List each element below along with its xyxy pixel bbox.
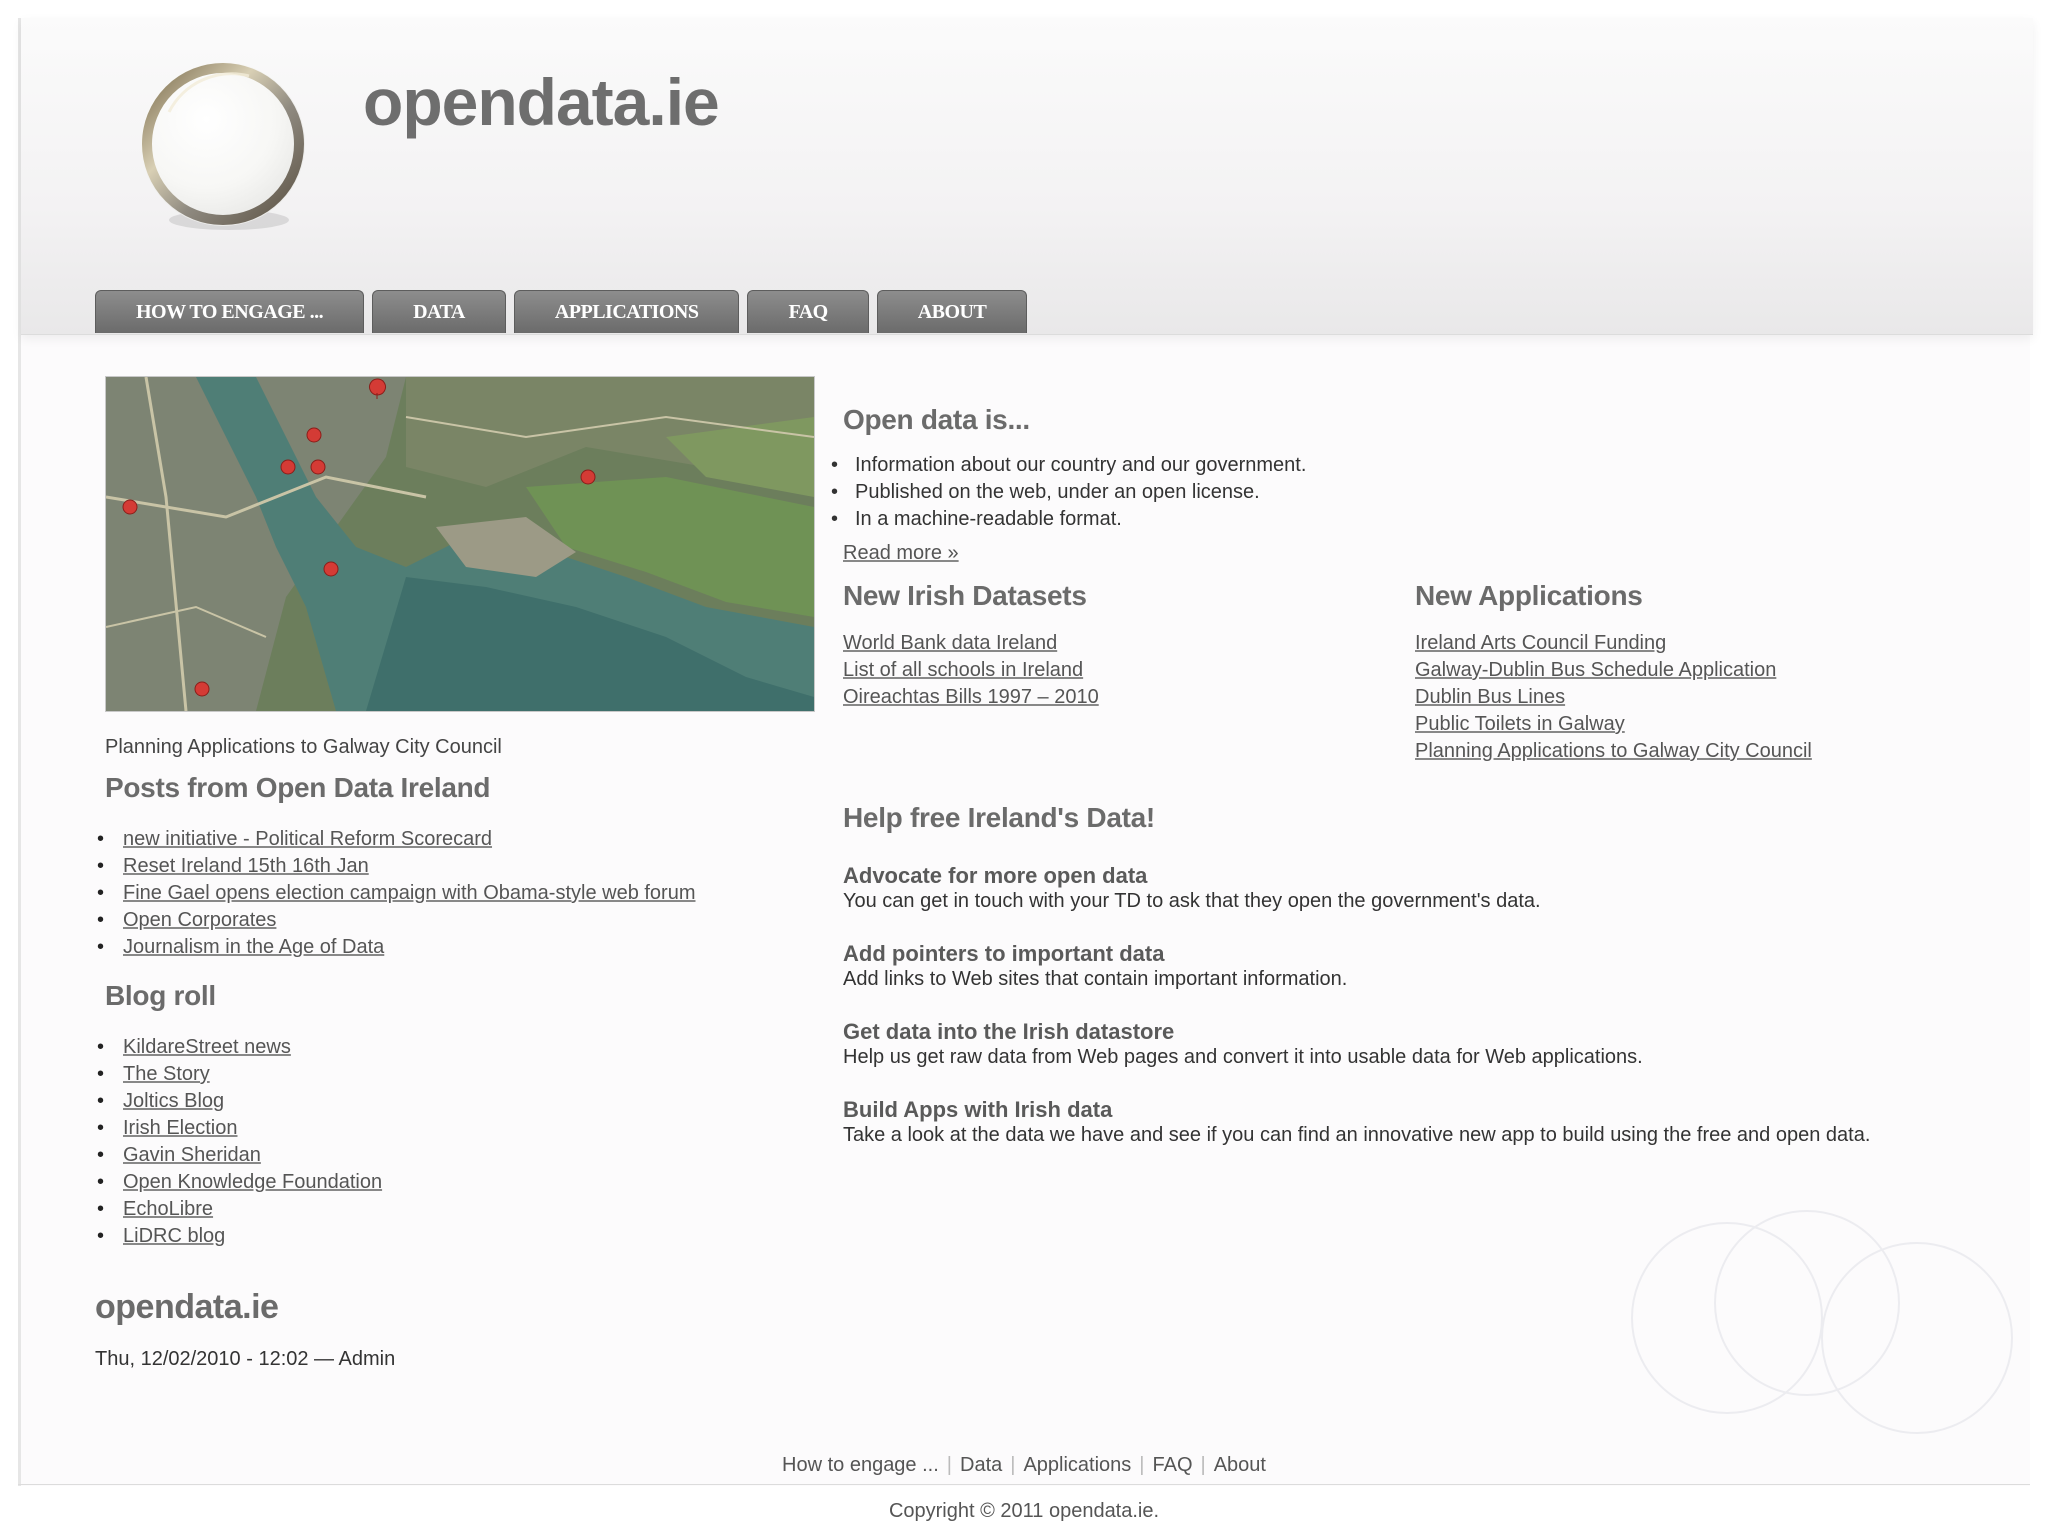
nav-tab-how-to-engage[interactable]: HOW TO ENGAGE ... <box>95 290 365 333</box>
footer-link-data[interactable]: Data <box>960 1454 1002 1476</box>
application-link[interactable]: Ireland Arts Council Funding <box>1415 632 1666 654</box>
datasets-heading: New Irish Datasets <box>843 580 1087 611</box>
help-item-text: You can get in touch with your TD to ask… <box>843 890 1541 912</box>
open-data-points: Information about our country and our go… <box>831 452 1306 533</box>
node-meta: Thu, 12/02/2010 - 12:02 — Admin <box>95 1348 396 1370</box>
list-item: List of all schools in Ireland <box>843 657 1099 684</box>
help-item-title: Get data into the Irish datastore <box>843 1019 1175 1044</box>
list-item: Public Toilets in Galway <box>1415 711 1812 738</box>
site-title[interactable]: opendata.ie <box>363 64 720 140</box>
footer-link-how-to-engage[interactable]: How to engage ... <box>782 1454 939 1476</box>
post-link[interactable]: Fine Gael opens election campaign with O… <box>123 882 696 904</box>
list-item: Journalism in the Age of Data <box>97 934 696 961</box>
help-item-datastore: Get data into the Irish datastore Help u… <box>843 1020 1983 1070</box>
list-item: Fine Gael opens election campaign with O… <box>97 880 696 907</box>
list-item: Reset Ireland 15th 16th Jan <box>97 853 696 880</box>
list-item: Information about our country and our go… <box>831 452 1306 479</box>
help-item-title: Advocate for more open data <box>843 863 1148 888</box>
list-item: Gavin Sheridan <box>97 1142 382 1169</box>
blogroll-link[interactable]: Irish Election <box>123 1117 238 1139</box>
datasets-list: World Bank data Ireland List of all scho… <box>843 630 1099 711</box>
footer-link-about[interactable]: About <box>1214 1454 1266 1476</box>
application-link[interactable]: Public Toilets in Galway <box>1415 713 1625 735</box>
applications-list: Ireland Arts Council Funding Galway-Dubl… <box>1415 630 1812 765</box>
help-item-text: Help us get raw data from Web pages and … <box>843 1046 1643 1068</box>
dataset-link[interactable]: World Bank data Ireland <box>843 632 1057 654</box>
footer-link-faq[interactable]: FAQ <box>1153 1454 1193 1476</box>
help-item-pointers: Add pointers to important data Add links… <box>843 942 1983 992</box>
list-item: Open Corporates <box>97 907 696 934</box>
list-item: EchoLibre <box>97 1196 382 1223</box>
help-item-text: Add links to Web sites that contain impo… <box>843 968 1348 990</box>
blogroll-link[interactable]: Joltics Blog <box>123 1090 224 1112</box>
dataset-link[interactable]: List of all schools in Ireland <box>843 659 1083 681</box>
nav-tab-faq[interactable]: FAQ <box>747 290 869 333</box>
list-item: Ireland Arts Council Funding <box>1415 630 1812 657</box>
list-item: In a machine-readable format. <box>831 506 1306 533</box>
posts-list: new initiative - Political Reform Scorec… <box>97 826 696 961</box>
blogroll-link[interactable]: LiDRC blog <box>123 1225 225 1247</box>
help-heading: Help free Ireland's Data! <box>843 802 1155 833</box>
node-title[interactable]: opendata.ie <box>95 1288 279 1327</box>
blogroll-list: KildareStreet news The Story Joltics Blo… <box>97 1034 382 1250</box>
dataset-link[interactable]: Oireachtas Bills 1997 – 2010 <box>843 686 1099 708</box>
application-link[interactable]: Galway-Dublin Bus Schedule Application <box>1415 659 1776 681</box>
blogroll-link[interactable]: KildareStreet news <box>123 1036 291 1058</box>
help-item-advocate: Advocate for more open data You can get … <box>843 864 1983 914</box>
applications-heading: New Applications <box>1415 580 1643 611</box>
list-item: Dublin Bus Lines <box>1415 684 1812 711</box>
blogroll-link[interactable]: Open Knowledge Foundation <box>123 1171 382 1193</box>
blogroll-link[interactable]: The Story <box>123 1063 210 1085</box>
application-link[interactable]: Dublin Bus Lines <box>1415 686 1565 708</box>
list-item: KildareStreet news <box>97 1034 382 1061</box>
map-caption: Planning Applications to Galway City Cou… <box>105 736 502 758</box>
decorative-circles-icon <box>1631 1210 2013 1434</box>
footer-link-applications[interactable]: Applications <box>1023 1454 1131 1476</box>
read-more-link[interactable]: Read more » <box>843 542 959 565</box>
blogroll-heading: Blog roll <box>105 980 216 1011</box>
list-item: Galway-Dublin Bus Schedule Application <box>1415 657 1812 684</box>
footer-nav: How to engage ... | Data | Applications | FAQ |… <box>782 1454 1266 1476</box>
blogroll-link[interactable]: EchoLibre <box>123 1198 213 1220</box>
list-item: Irish Election <box>97 1115 382 1142</box>
application-link[interactable]: Planning Applications to Galway City Cou… <box>1415 740 1812 762</box>
post-link[interactable]: Reset Ireland 15th 16th Jan <box>123 855 369 877</box>
list-item: Oireachtas Bills 1997 – 2010 <box>843 684 1099 711</box>
list-item: Planning Applications to Galway City Cou… <box>1415 738 1812 765</box>
list-item: Published on the web, under an open lice… <box>831 479 1306 506</box>
post-link[interactable]: Open Corporates <box>123 909 276 931</box>
nav-tab-about[interactable]: ABOUT <box>876 290 1028 333</box>
open-data-heading: Open data is... <box>843 404 1030 435</box>
copyright: Copyright © 2011 opendata.ie. <box>888 1500 1160 1522</box>
list-item: LiDRC blog <box>97 1223 382 1250</box>
list-item: The Story <box>97 1061 382 1088</box>
list-item: World Bank data Ireland <box>843 630 1099 657</box>
help-item-build-apps: Build Apps with Irish data Take a look a… <box>843 1098 1983 1148</box>
site-header: opendata.ie HOW TO ENGAGE ... DATA APPLI… <box>21 18 2033 335</box>
list-item: Joltics Blog <box>97 1088 382 1115</box>
footer-divider <box>18 1484 2030 1485</box>
list-item: Open Knowledge Foundation <box>97 1169 382 1196</box>
satellite-map <box>106 377 814 711</box>
logo-ring-icon[interactable] <box>129 52 317 240</box>
post-link[interactable]: Journalism in the Age of Data <box>123 936 384 958</box>
blogroll-link[interactable]: Gavin Sheridan <box>123 1144 261 1166</box>
help-item-text: Take a look at the data we have and see … <box>843 1124 1871 1146</box>
posts-heading: Posts from Open Data Ireland <box>105 772 491 803</box>
help-item-title: Build Apps with Irish data <box>843 1097 1113 1122</box>
page: opendata.ie HOW TO ENGAGE ... DATA APPLI… <box>0 0 2048 1536</box>
post-link[interactable]: new initiative - Political Reform Scorec… <box>123 828 492 850</box>
map-image[interactable] <box>105 376 815 712</box>
list-item: new initiative - Political Reform Scorec… <box>97 826 696 853</box>
nav-tab-applications[interactable]: APPLICATIONS <box>513 290 740 333</box>
help-item-title: Add pointers to important data <box>843 941 1165 966</box>
main-nav: HOW TO ENGAGE ... DATA APPLICATIONS FAQ … <box>95 290 1028 333</box>
page-frame: opendata.ie HOW TO ENGAGE ... DATA APPLI… <box>18 18 2033 1486</box>
nav-tab-data[interactable]: DATA <box>372 290 506 333</box>
